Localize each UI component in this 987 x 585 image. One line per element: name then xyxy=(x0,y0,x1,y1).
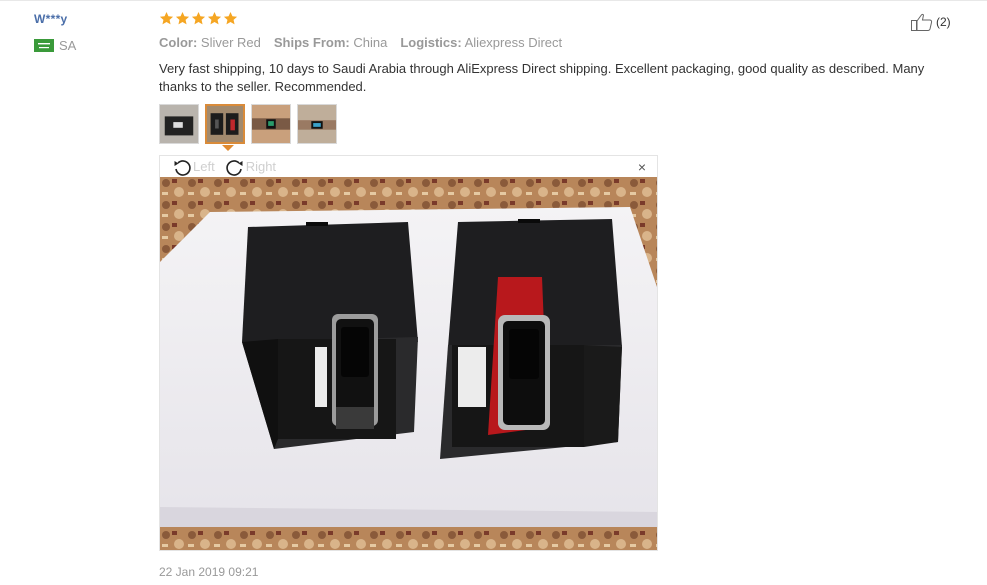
review-attributes: Color: Sliver Red Ships From: China Logi… xyxy=(159,35,562,50)
attribute-logistics: Logistics: Aliexpress Direct xyxy=(400,35,563,50)
rotate-left-button[interactable]: Left xyxy=(172,157,215,177)
rotate-right-button[interactable]: Right xyxy=(225,157,276,177)
rotate-left-icon xyxy=(174,159,191,176)
close-viewer-button[interactable]: × xyxy=(638,159,646,175)
photo-viewer-toolbar: Left Right × xyxy=(160,156,657,177)
country-code: SA xyxy=(59,38,77,53)
star-icon xyxy=(207,11,222,25)
photo-thumbnail-selected[interactable] xyxy=(205,104,245,144)
reviewer-block: W***y xyxy=(34,12,68,26)
review-photo xyxy=(160,177,657,550)
attribute-color: Color: Sliver Red xyxy=(159,35,261,50)
selected-thumbnail-caret xyxy=(222,145,234,151)
rotate-left-label: Left xyxy=(193,159,215,174)
rotate-right-icon xyxy=(226,159,243,176)
star-rating xyxy=(159,11,238,26)
photo-viewer: Left Right × xyxy=(159,155,658,551)
reviewer-name: W***y xyxy=(34,12,68,26)
top-divider xyxy=(0,0,987,1)
review-date: 22 Jan 2019 09:21 xyxy=(159,565,259,579)
photo-thumbnail[interactable] xyxy=(251,104,291,144)
star-icon xyxy=(223,11,238,25)
helpful-button[interactable]: (2) xyxy=(910,12,951,32)
review-text: Very fast shipping, 10 days to Saudi Ara… xyxy=(159,61,925,94)
star-icon xyxy=(159,11,174,25)
thumbs-up-icon xyxy=(911,13,933,31)
photo-thumbnail[interactable] xyxy=(159,104,199,144)
star-icon xyxy=(191,11,206,25)
rotate-right-label: Right xyxy=(245,159,277,174)
photo-thumbnail[interactable] xyxy=(297,104,337,144)
helpful-count: (2) xyxy=(936,15,951,29)
reviewer-country: SA xyxy=(34,38,76,53)
photo-thumbnails xyxy=(159,104,337,144)
star-icon xyxy=(175,11,190,25)
attribute-ships-from: Ships From: China xyxy=(273,35,388,50)
saudi-flag-icon xyxy=(34,39,54,52)
